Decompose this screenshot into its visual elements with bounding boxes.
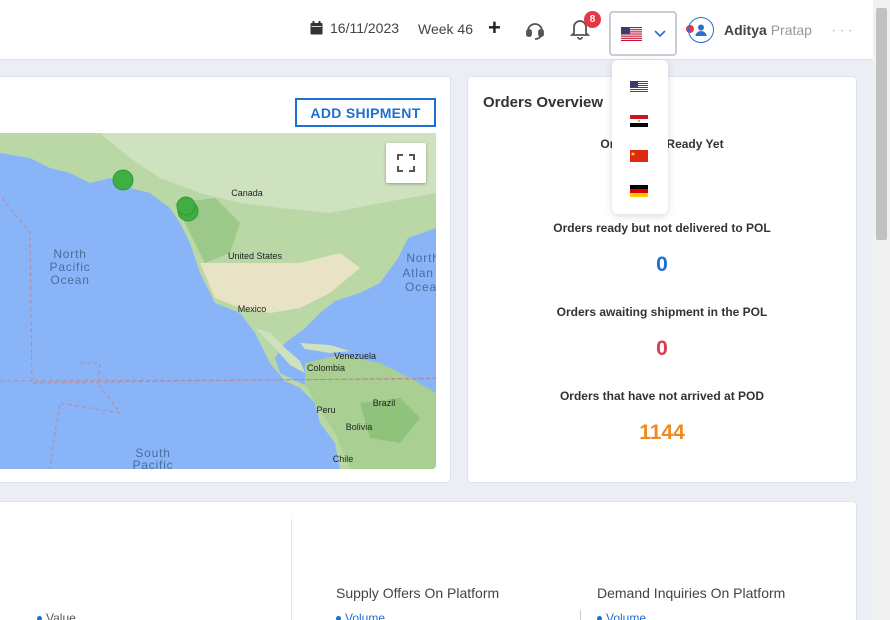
legend-volume-label: Volume: [345, 611, 386, 620]
orders-ready-not-delivered-label: Orders ready but not delivered to POL: [553, 221, 771, 235]
orders-not-arrived-value: 1144: [639, 421, 685, 444]
legend-volume-label: Volume: [606, 611, 647, 620]
shipment-map[interactable]: North Pacific Ocean North Atlan Ocea Sou…: [0, 133, 436, 469]
fullscreen-icon: [397, 154, 415, 172]
add-plus-icon[interactable]: +: [488, 15, 501, 41]
support-headset-icon[interactable]: [524, 19, 546, 41]
orders-awaiting-shipment-value: 0: [656, 337, 668, 360]
language-dropdown: [612, 60, 668, 214]
user-first-name: Aditya: [724, 22, 767, 38]
user-last-name: Pratap: [770, 22, 812, 38]
user-avatar-icon[interactable]: [688, 17, 714, 43]
map-label-bolivia: Bolivia: [346, 422, 373, 432]
supply-offers-title: Supply Offers On Platform: [336, 585, 500, 601]
egypt-flag-icon[interactable]: [630, 115, 648, 127]
chevron-down-icon: [653, 29, 666, 37]
orders-awaiting-shipment-label: Orders awaiting shipment in the POL: [556, 305, 768, 319]
map-label-south-pacific-2: Pacific: [133, 458, 174, 469]
map-label-peru: Peru: [316, 405, 335, 415]
us-flag-icon[interactable]: [630, 81, 648, 93]
map-label-canada: Canada: [231, 188, 263, 198]
map-label-north-atlantic-1: North: [406, 251, 436, 265]
map-label-mexico: Mexico: [238, 304, 267, 314]
legend-dot-icon: [597, 615, 602, 620]
orders-not-ready-label-right: Ready Yet: [666, 137, 724, 151]
legend-value-label: Value: [46, 611, 76, 620]
week-number: Week 46: [418, 21, 473, 37]
page-scrollbar[interactable]: [873, 0, 890, 620]
legend-volume-supply: Volume: [336, 611, 385, 620]
map-label-north-pacific-2: Pacific: [50, 260, 91, 274]
germany-flag-icon[interactable]: [630, 185, 648, 197]
map-label-north-pacific-3: Ocean: [50, 273, 89, 287]
user-name[interactable]: Aditya Pratap: [724, 22, 812, 38]
notification-badge: 8: [584, 11, 601, 28]
top-bar: 16/11/2023 Week 46 + 8 Aditya Pratap ···: [0, 0, 873, 60]
add-shipment-button[interactable]: ADD SHIPMENT: [295, 98, 436, 127]
date-display: 16/11/2023: [310, 20, 399, 36]
map-label-brazil: Brazil: [373, 398, 396, 408]
china-flag-icon[interactable]: [630, 150, 648, 162]
scrollbar-thumb[interactable]: [876, 8, 887, 240]
orders-ready-not-delivered-value: 0: [656, 253, 668, 276]
legend-dot-icon: [37, 615, 42, 620]
map-label-north-atlantic-3: Ocea: [405, 280, 436, 294]
map-label-united-states: United States: [228, 251, 283, 261]
us-flag-icon: [620, 26, 642, 41]
legend-dot-icon: [336, 615, 341, 620]
legend-volume-demand: Volume: [597, 611, 646, 620]
map-label-north-pacific-1: North: [53, 247, 86, 261]
map-label-venezuela: Venezuela: [334, 351, 376, 361]
more-options-icon[interactable]: ···: [831, 22, 856, 40]
orders-not-arrived-label: Orders that have not arrived at POD: [559, 389, 765, 403]
current-date: 16/11/2023: [330, 20, 400, 36]
platform-stats-card: [0, 501, 857, 620]
map-label-colombia: Colombia: [307, 363, 345, 373]
map-label-chile: Chile: [333, 454, 354, 464]
shipment-marker: [112, 169, 134, 191]
chart-axis-line: [580, 610, 581, 620]
calendar-icon: [310, 21, 323, 35]
demand-inquiries-title: Demand Inquiries On Platform: [597, 585, 786, 601]
language-selector[interactable]: [609, 11, 677, 56]
map-label-north-atlantic-2: Atlan: [402, 266, 433, 280]
fullscreen-button[interactable]: [386, 143, 426, 183]
shipment-marker: [176, 196, 196, 216]
orders-overview-title: Orders Overview: [483, 94, 604, 111]
vertical-divider: [291, 519, 292, 620]
legend-value: Value: [37, 611, 76, 620]
